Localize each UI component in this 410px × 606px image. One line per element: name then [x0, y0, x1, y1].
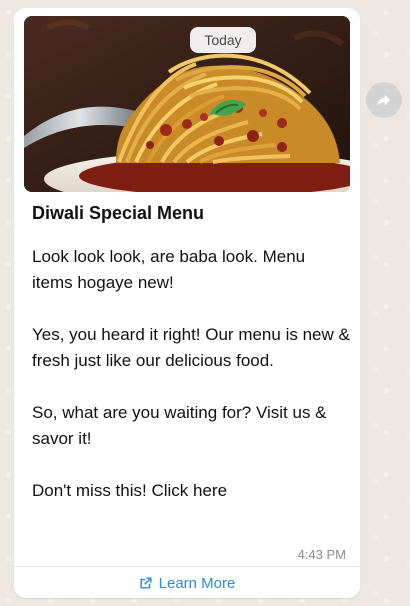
message-paragraph: Yes, you heard it right! Our menu is new… [32, 325, 350, 370]
learn-more-button[interactable]: Learn More [14, 568, 360, 598]
message-paragraph: Don't miss this! Click here [32, 481, 228, 500]
message-paragraph: Look look look, are baba look. Menu item… [32, 247, 306, 292]
external-link-icon [139, 576, 153, 590]
message-time: 4:43 PM [297, 547, 346, 562]
message-body: Look look look, are baba look. Menu item… [32, 244, 350, 504]
message-bubble: Today Diwali Special Menu Look look look… [14, 8, 360, 598]
message-title: Diwali Special Menu [32, 203, 205, 223]
forward-icon [375, 91, 393, 109]
forward-button[interactable] [366, 82, 402, 118]
learn-more-label: Learn More [158, 574, 236, 592]
date-chip: Today [190, 27, 256, 53]
message-paragraph: So, what are you waiting for? Visit us &… [32, 403, 327, 448]
message-image[interactable] [24, 16, 350, 192]
message-divider [14, 566, 360, 567]
